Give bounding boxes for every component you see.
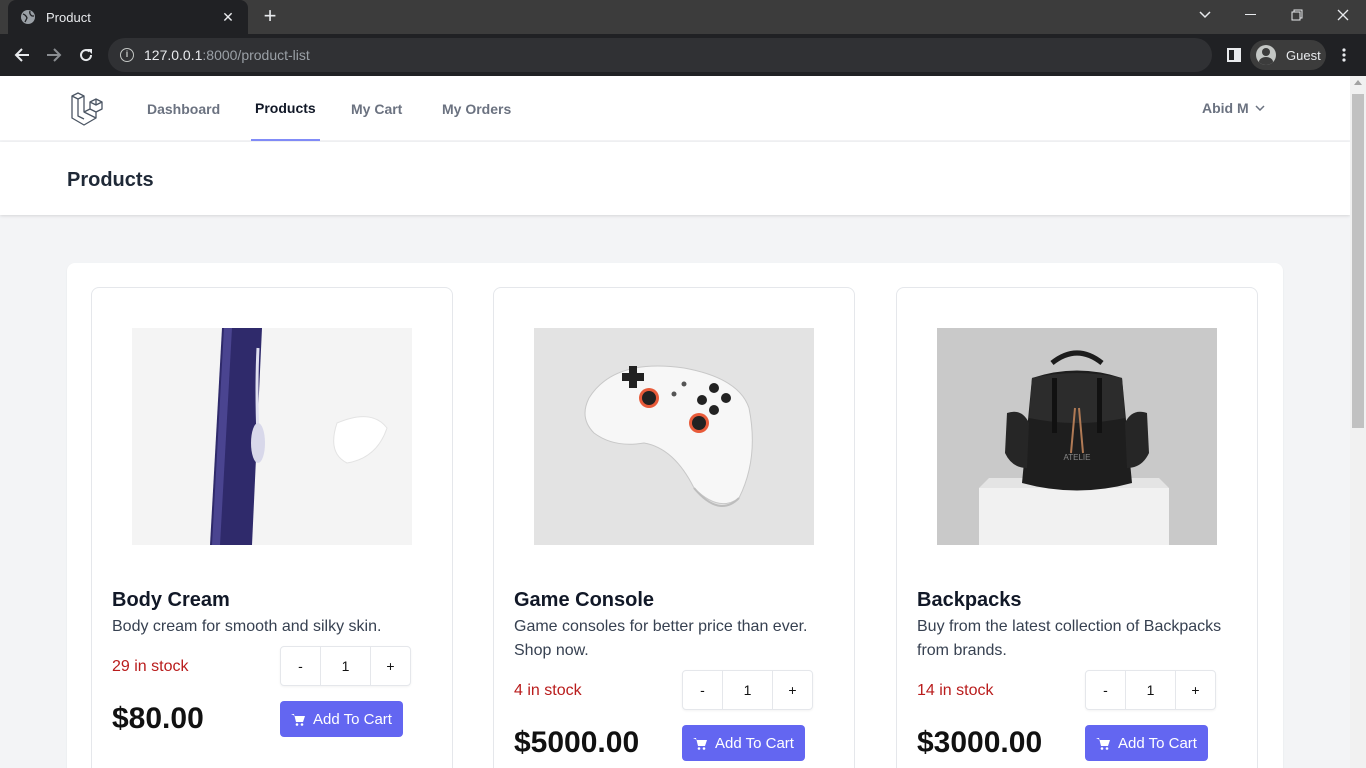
restore-button[interactable] xyxy=(1274,0,1320,30)
product-description: Game consoles for better price than ever… xyxy=(514,618,808,659)
add-to-cart-label: Add To Cart xyxy=(1118,734,1197,752)
page-header: Products xyxy=(0,142,1350,215)
product-card: ATELIE Backpacks Buy from the latest col… xyxy=(896,287,1258,768)
quantity-increase-button[interactable]: + xyxy=(1176,671,1215,709)
quantity-stepper: - 1 + xyxy=(682,670,813,710)
quantity-input[interactable]: 1 xyxy=(320,647,371,685)
close-tab-icon[interactable]: ✕ xyxy=(220,9,236,26)
close-window-button[interactable] xyxy=(1320,0,1366,30)
globe-icon xyxy=(20,9,36,25)
profile-name: Guest xyxy=(1286,47,1321,63)
product-description: Buy from the latest collection of Backpa… xyxy=(917,618,1222,659)
tab-title: Product xyxy=(46,9,91,25)
quantity-input[interactable]: 1 xyxy=(1125,671,1176,709)
scrollbar-thumb[interactable] xyxy=(1352,94,1364,428)
forward-arrow-icon[interactable] xyxy=(42,43,66,67)
page-title: Products xyxy=(67,169,154,191)
browser-tab[interactable]: Product ✕ xyxy=(8,0,248,34)
product-name: Body Cream xyxy=(112,589,230,611)
browser-tab-strip: Product ✕ + xyxy=(0,0,1366,34)
product-image-game-console xyxy=(534,328,814,545)
product-card: Body Cream Body cream for smooth and sil… xyxy=(91,287,453,768)
url-path: :8000/product-list xyxy=(202,47,310,63)
quantity-stepper: - 1 + xyxy=(1085,670,1216,710)
add-to-cart-label: Add To Cart xyxy=(313,710,392,728)
product-description: Body cream for smooth and silky skin. xyxy=(112,618,382,635)
address-bar[interactable]: i 127.0.0.1 :8000/product-list xyxy=(108,38,1212,72)
avatar xyxy=(1256,45,1276,65)
top-navigation: Dashboard Products My Cart My Orders Abi… xyxy=(0,76,1350,141)
nav-my-cart[interactable]: My Cart xyxy=(351,76,402,141)
back-arrow-icon[interactable] xyxy=(10,43,34,67)
page-content: Dashboard Products My Cart My Orders Abi… xyxy=(0,76,1350,768)
reload-icon[interactable] xyxy=(74,43,98,67)
cart-icon xyxy=(1096,737,1111,750)
tab-search-button[interactable] xyxy=(1182,0,1228,30)
product-price: $5000.00 xyxy=(514,726,640,759)
product-name: Backpacks xyxy=(917,589,1022,611)
product-card: Game Console Game consoles for better pr… xyxy=(493,287,855,768)
quantity-increase-button[interactable]: + xyxy=(773,671,812,709)
quantity-increase-button[interactable]: + xyxy=(371,647,410,685)
quantity-decrease-button[interactable]: - xyxy=(281,647,320,685)
add-to-cart-button[interactable]: Add To Cart xyxy=(1085,725,1208,761)
nav-products[interactable]: Products xyxy=(251,76,320,141)
new-tab-button[interactable]: + xyxy=(258,4,282,28)
url-host: 127.0.0.1 xyxy=(144,47,203,63)
cart-icon xyxy=(693,737,708,750)
add-to-cart-button[interactable]: Add To Cart xyxy=(280,701,403,737)
add-to-cart-button[interactable]: Add To Cart xyxy=(682,725,805,761)
side-panel-icon[interactable] xyxy=(1222,43,1246,67)
product-price: $80.00 xyxy=(112,702,204,735)
quantity-decrease-button[interactable]: - xyxy=(683,671,722,709)
info-icon[interactable]: i xyxy=(120,48,134,62)
user-menu-dropdown[interactable]: Abid M xyxy=(1202,100,1265,116)
nav-dashboard[interactable]: Dashboard xyxy=(147,76,220,141)
svg-text:ATELIE: ATELIE xyxy=(1064,453,1091,462)
stock-count: 14 in stock xyxy=(917,682,994,699)
product-image-backpacks: ATELIE xyxy=(937,328,1217,545)
products-panel: Body Cream Body cream for smooth and sil… xyxy=(67,263,1283,768)
laravel-logo-icon[interactable] xyxy=(70,92,104,126)
cart-icon xyxy=(291,713,306,726)
page-scrollbar[interactable] xyxy=(1350,76,1366,768)
nav-my-orders[interactable]: My Orders xyxy=(442,76,511,141)
stock-count: 29 in stock xyxy=(112,658,189,675)
scroll-up-arrow-icon[interactable] xyxy=(1354,80,1362,85)
product-name: Game Console xyxy=(514,589,655,611)
chevron-down-icon xyxy=(1255,105,1265,111)
browser-toolbar: i 127.0.0.1 :8000/product-list Guest xyxy=(0,34,1366,76)
product-price: $3000.00 xyxy=(917,726,1043,759)
product-image-body-cream xyxy=(132,328,412,545)
minimize-button[interactable] xyxy=(1228,0,1274,30)
stock-count: 4 in stock xyxy=(514,682,582,699)
profile-button[interactable]: Guest xyxy=(1250,40,1326,70)
add-to-cart-label: Add To Cart xyxy=(715,734,794,752)
quantity-decrease-button[interactable]: - xyxy=(1086,671,1125,709)
quantity-stepper: - 1 + xyxy=(280,646,411,686)
more-menu-icon[interactable] xyxy=(1332,43,1356,67)
quantity-input[interactable]: 1 xyxy=(722,671,773,709)
user-name: Abid M xyxy=(1202,100,1249,116)
